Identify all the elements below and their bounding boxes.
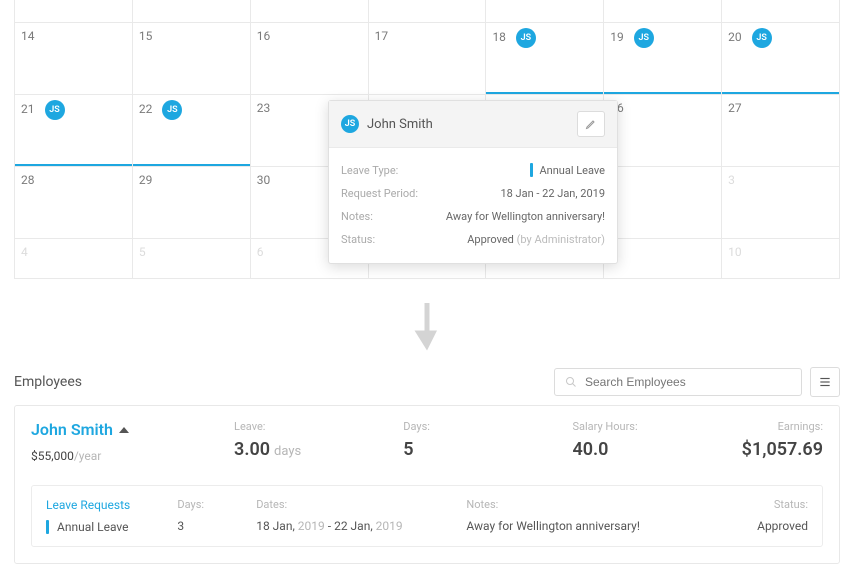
- calendar-date: 22: [139, 102, 153, 116]
- calendar-cell[interactable]: [368, 0, 486, 22]
- calendar-date: 6: [257, 245, 264, 259]
- calendar-date: 16: [257, 29, 271, 43]
- calendar-cell[interactable]: 19 JS: [603, 22, 721, 94]
- calendar-date: 10: [728, 245, 742, 259]
- leave-requests-link[interactable]: Leave Requests: [46, 498, 177, 512]
- calendar-cell[interactable]: 20 JS: [721, 22, 839, 94]
- status-label: Status:: [341, 233, 375, 246]
- avatar-badge[interactable]: JS: [752, 28, 772, 48]
- calendar-cell[interactable]: [250, 0, 368, 22]
- leave-bar-icon: [46, 520, 49, 534]
- detail-status-label: Status:: [729, 498, 808, 511]
- request-period-label: Request Period:: [341, 187, 418, 200]
- calendar-date: 30: [257, 173, 271, 187]
- detail-days-value: 3: [177, 519, 256, 533]
- annual-leave-item: Annual Leave: [46, 520, 177, 534]
- edit-button[interactable]: [577, 111, 605, 137]
- avatar-badge[interactable]: JS: [162, 100, 182, 120]
- calendar-cell[interactable]: 18 JS: [485, 22, 603, 94]
- calendar-cell[interactable]: 3: [721, 166, 839, 238]
- calendar: 1415161718JS19JS20JS21JS22JS232425262728…: [14, 0, 840, 279]
- detail-dates-value: 18 Jan, 2019 - 22 Jan, 2019: [256, 519, 466, 533]
- calendar-cell[interactable]: 29: [132, 166, 250, 238]
- calendar-date: 4: [21, 245, 28, 259]
- calendar-date: 17: [375, 29, 389, 43]
- calendar-date: 27: [728, 101, 742, 115]
- hours-value: 40.0: [572, 439, 741, 460]
- avatar-badge[interactable]: JS: [45, 100, 65, 120]
- leave-popover: JS John Smith Leave Type: Annual Leave Reque…: [328, 100, 618, 264]
- employee-salary: $55,000/year: [31, 449, 234, 463]
- employee-name[interactable]: John Smith: [31, 420, 234, 439]
- notes-value: Away for Wellington anniversary!: [446, 210, 605, 223]
- leave-type-value: Annual Leave: [530, 163, 605, 177]
- calendar-date: 15: [139, 29, 153, 43]
- leave-bar-icon: [530, 163, 533, 177]
- calendar-cell[interactable]: 9: [603, 238, 721, 278]
- calendar-cell[interactable]: 14: [14, 22, 132, 94]
- calendar-date: 14: [21, 29, 35, 43]
- days-value: 5: [403, 439, 572, 460]
- calendar-date: 21: [21, 102, 35, 116]
- arrow-down-icon: [0, 279, 854, 367]
- earnings-label: Earnings:: [742, 420, 823, 433]
- calendar-cell[interactable]: 22 JS: [132, 94, 250, 166]
- leave-value: 3.00days: [234, 439, 403, 460]
- calendar-date: 28: [21, 173, 35, 187]
- calendar-cell[interactable]: 10: [721, 238, 839, 278]
- popover-name: John Smith: [367, 117, 433, 132]
- calendar-date: 20: [728, 30, 742, 44]
- calendar-date: 23: [257, 101, 271, 115]
- calendar-cell[interactable]: [485, 0, 603, 22]
- detail-days-label: Days:: [177, 498, 256, 511]
- calendar-cell[interactable]: [721, 0, 839, 22]
- calendar-cell[interactable]: [603, 0, 721, 22]
- calendar-date: 19: [610, 30, 624, 44]
- pencil-icon: [585, 118, 597, 130]
- employee-name-text: John Smith: [31, 420, 113, 439]
- hours-label: Salary Hours:: [572, 420, 741, 433]
- calendar-cell[interactable]: 27: [721, 94, 839, 166]
- search-icon: [565, 376, 577, 388]
- calendar-cell[interactable]: 15: [132, 22, 250, 94]
- request-period-value: 18 Jan - 22 Jan, 2019: [500, 187, 605, 200]
- calendar-cell[interactable]: [14, 0, 132, 22]
- calendar-cell[interactable]: 17: [368, 22, 486, 94]
- detail-notes-label: Notes:: [466, 498, 729, 511]
- calendar-date: 29: [139, 173, 153, 187]
- calendar-date: 18: [492, 30, 506, 44]
- calendar-cell[interactable]: 16: [250, 22, 368, 94]
- calendar-cell[interactable]: [132, 0, 250, 22]
- list-menu-button[interactable]: [810, 367, 840, 397]
- calendar-cell[interactable]: 21 JS: [14, 94, 132, 166]
- calendar-cell[interactable]: 5: [132, 238, 250, 278]
- calendar-cell[interactable]: 4: [14, 238, 132, 278]
- avatar: JS: [341, 115, 359, 133]
- calendar-cell[interactable]: 28: [14, 166, 132, 238]
- search-box[interactable]: [554, 368, 802, 396]
- page-title: Employees: [14, 374, 82, 390]
- avatar-badge[interactable]: JS: [516, 28, 536, 48]
- avatar-badge[interactable]: JS: [634, 28, 654, 48]
- notes-label: Notes:: [341, 210, 373, 223]
- leave-label: Leave:: [234, 420, 403, 433]
- menu-icon: [818, 375, 832, 389]
- caret-up-icon: [119, 427, 129, 433]
- calendar-cell[interactable]: 2: [603, 166, 721, 238]
- earnings-value: $1,057.69: [742, 439, 823, 460]
- search-input[interactable]: [585, 375, 791, 389]
- calendar-date: 3: [728, 173, 735, 187]
- calendar-date: 5: [139, 245, 146, 259]
- calendar-cell[interactable]: 26: [603, 94, 721, 166]
- detail-notes-value: Away for Wellington anniversary!: [466, 519, 729, 533]
- status-value: Approved (by Administrator): [467, 233, 605, 246]
- detail-status-value: Approved: [729, 519, 808, 533]
- employee-card: John Smith $55,000/year Leave: 3.00days …: [14, 405, 840, 564]
- days-label: Days:: [403, 420, 572, 433]
- employee-detail: Leave Requests Annual Leave Days: 3 Date…: [31, 485, 823, 547]
- leave-type-label: Leave Type:: [341, 164, 398, 177]
- detail-dates-label: Dates:: [256, 498, 466, 511]
